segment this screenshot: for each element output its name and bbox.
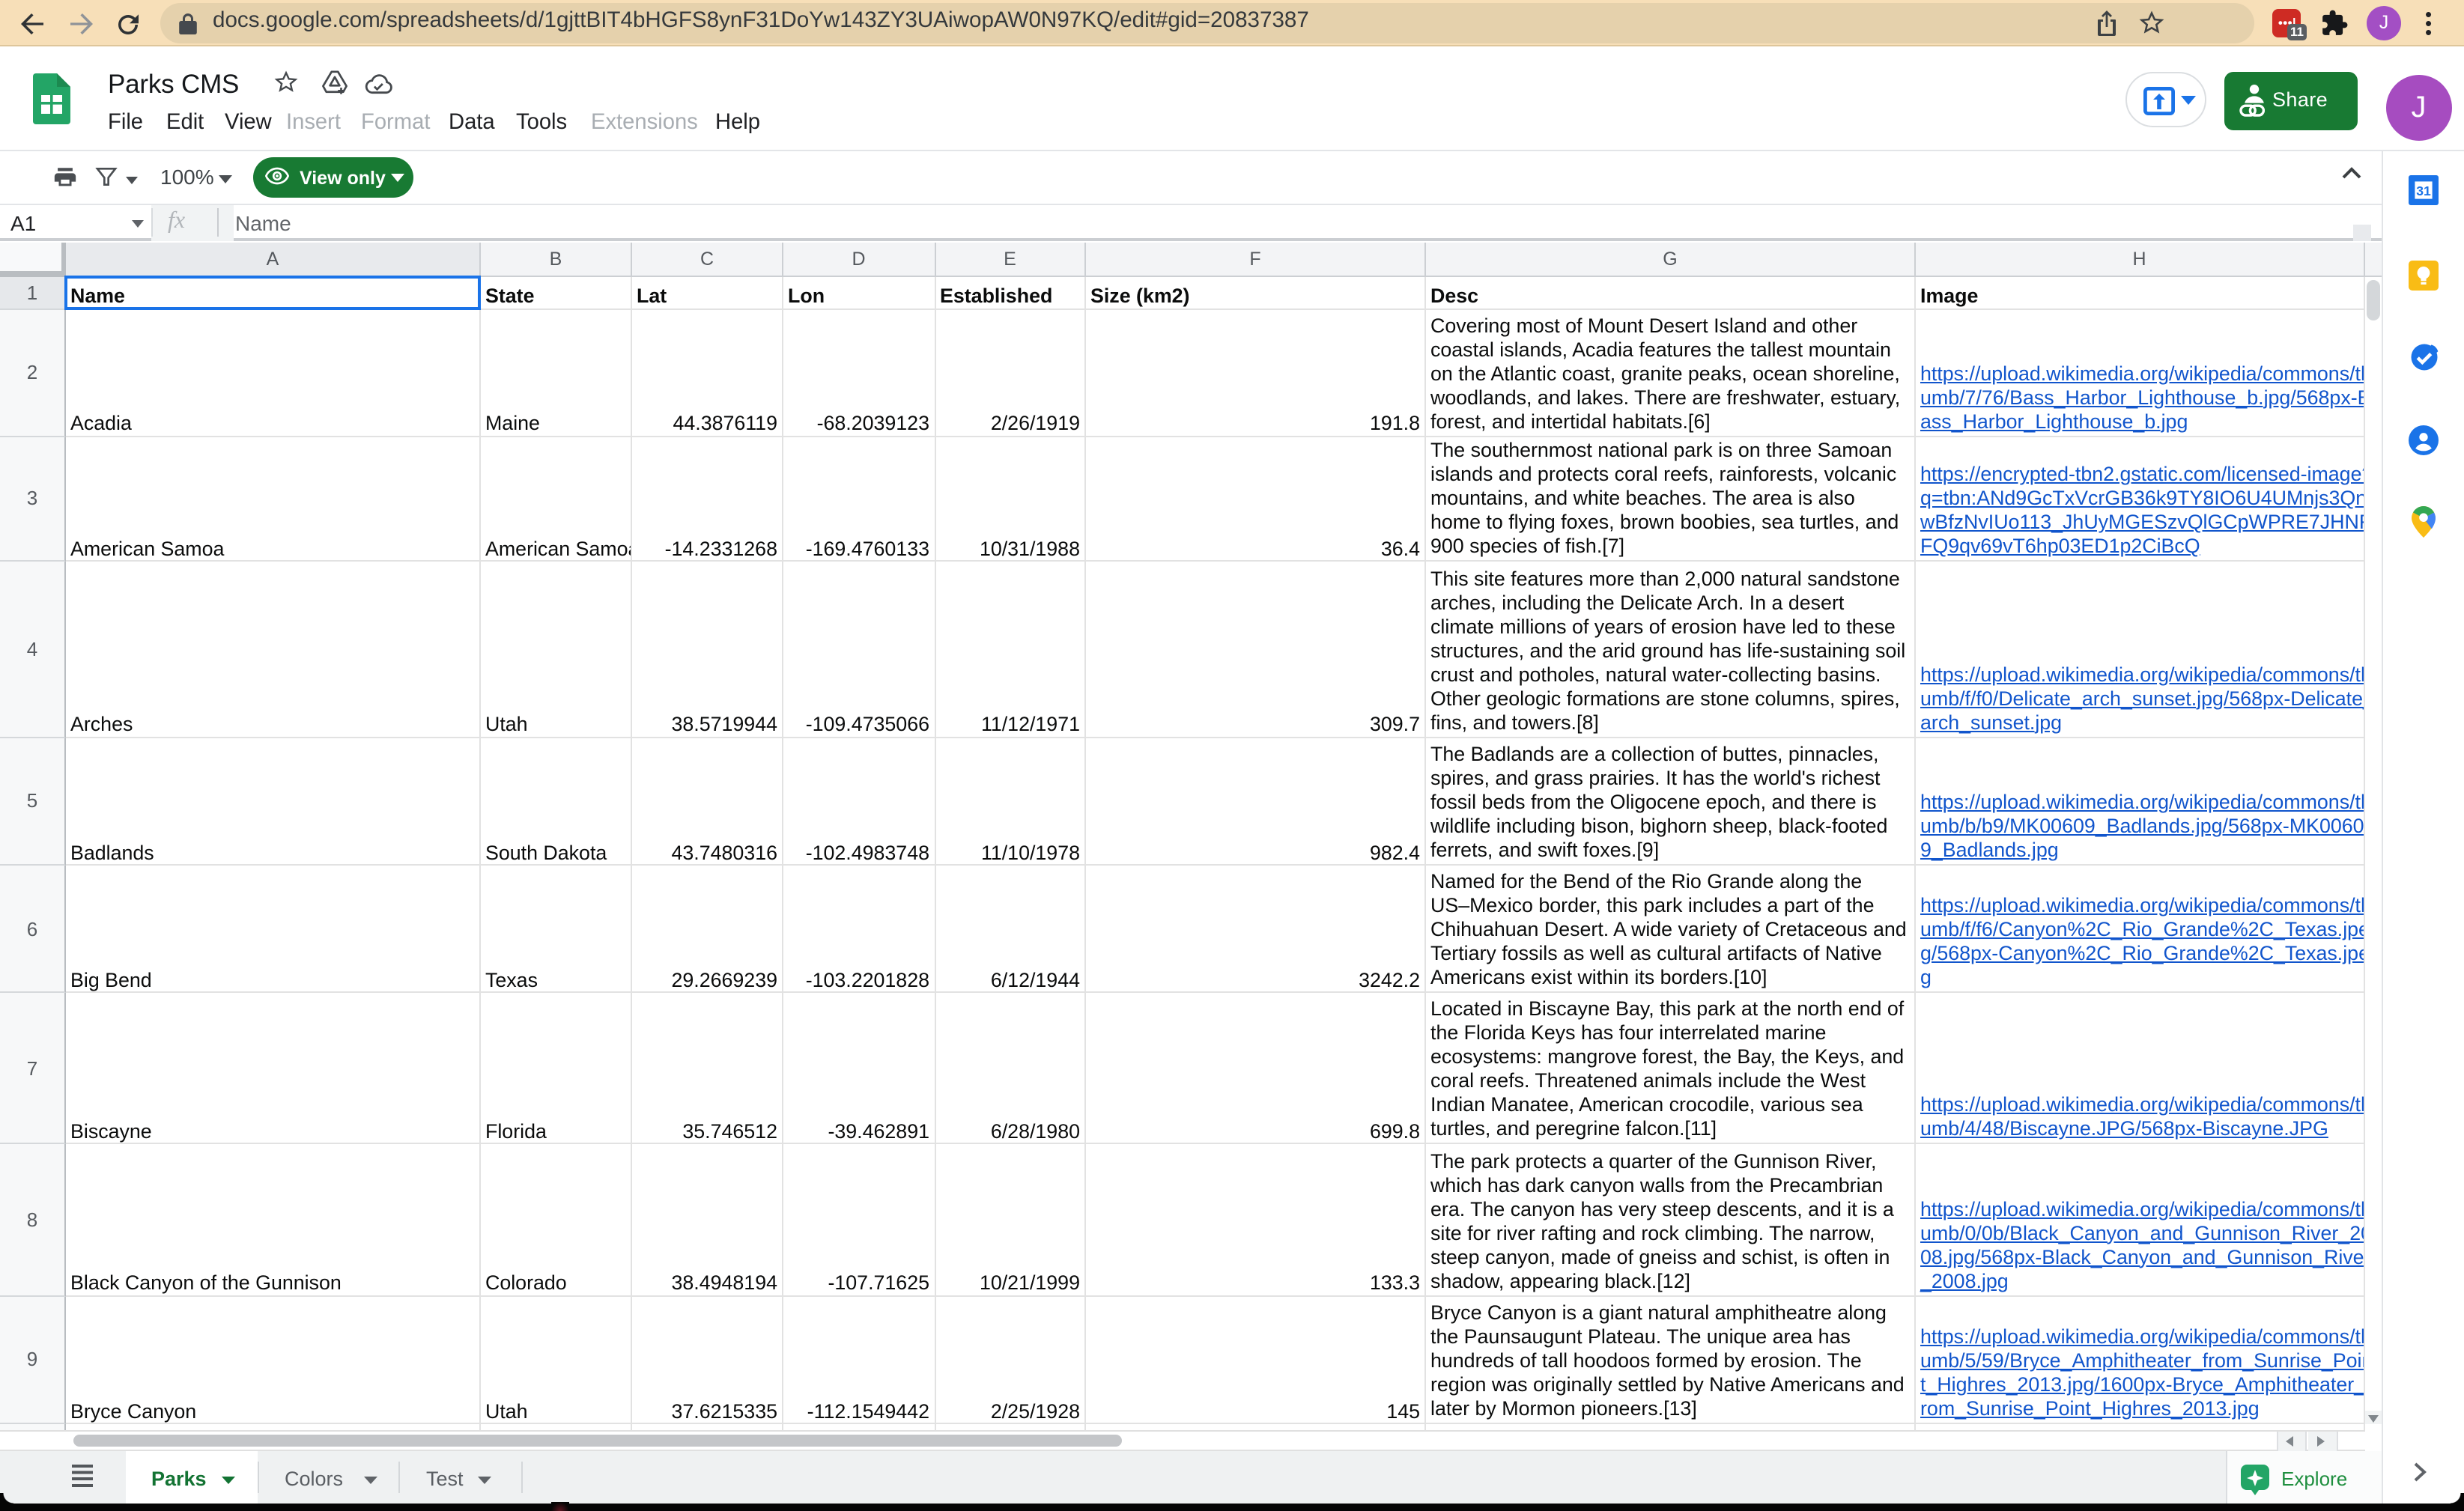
svg-text:31: 31 (2416, 183, 2431, 198)
